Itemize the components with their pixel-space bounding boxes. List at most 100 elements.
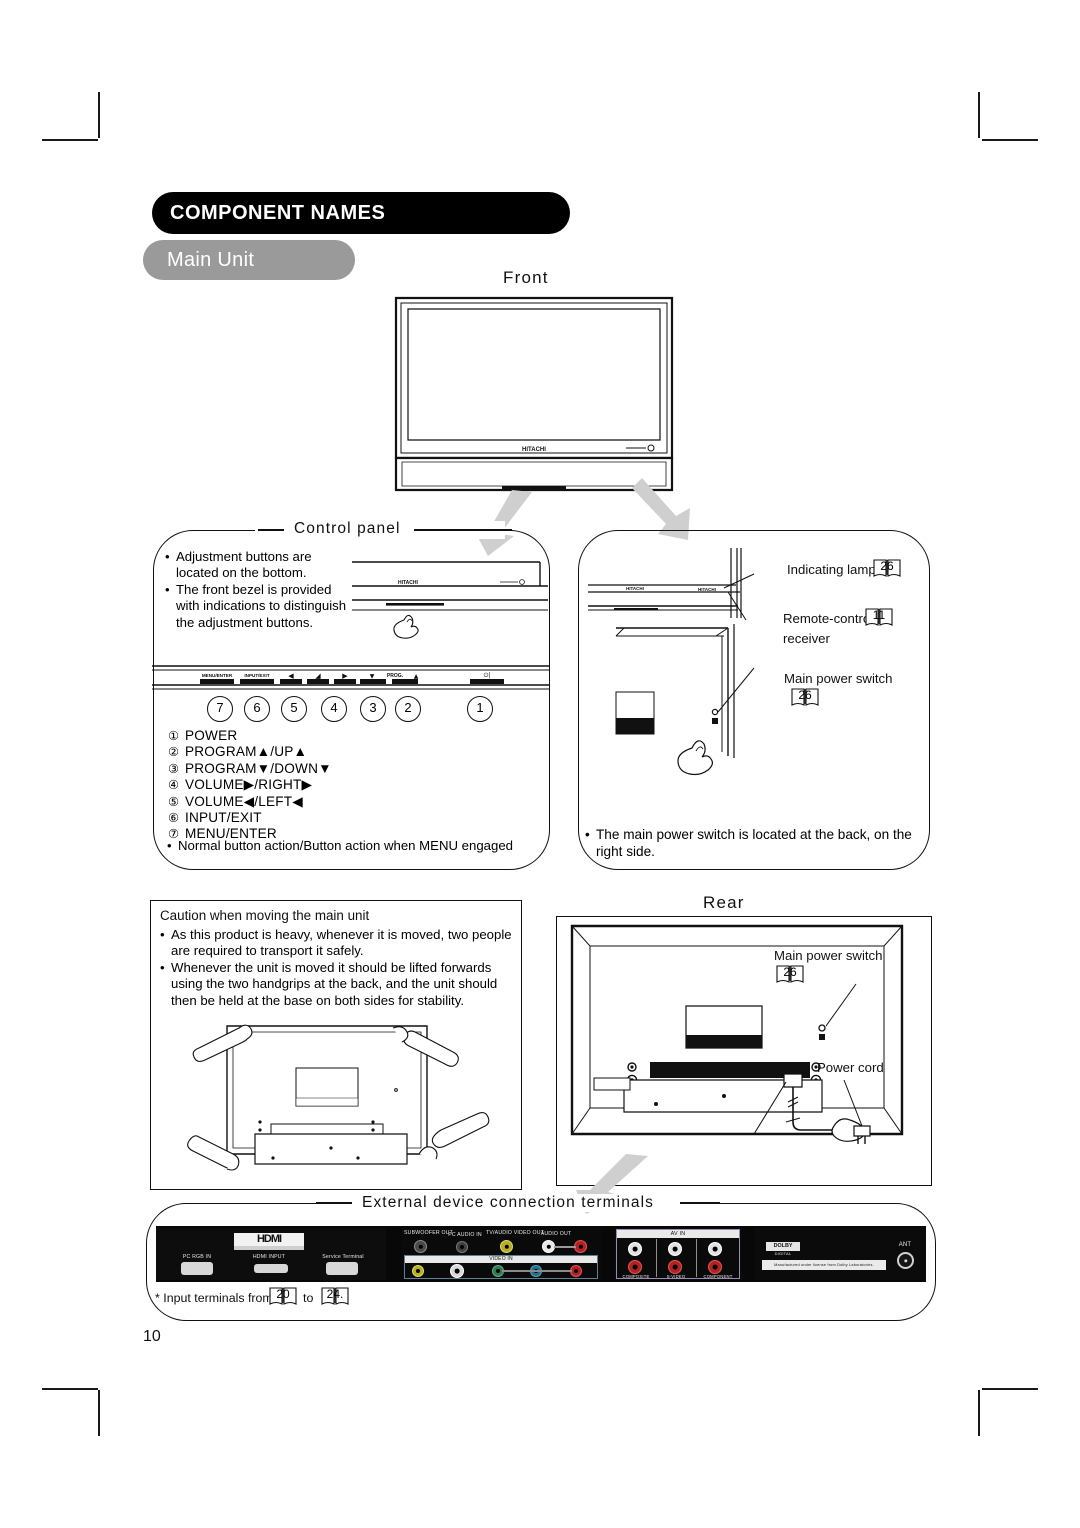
bullet-glyph: •: [585, 827, 590, 842]
callout-2: 2: [395, 696, 421, 722]
legend-label-6: INPUT/EXIT: [185, 810, 262, 826]
crop-mark: [982, 139, 1038, 141]
page-ref-number: 24.: [326, 1287, 344, 1301]
video-in-composite-jack: [412, 1265, 424, 1277]
subsection-title: Main Unit: [167, 249, 255, 271]
av-in-bottom-jack-1: [628, 1260, 642, 1274]
svg-text:PROG.: PROG.: [387, 673, 404, 679]
legend-label-2: PROGRAM▲/UP▲: [185, 744, 308, 760]
pc-audio-jack: [456, 1241, 468, 1253]
control-panel-footnote: • Normal button action/Button action whe…: [167, 838, 537, 854]
page-ref-number: 20: [276, 1287, 290, 1301]
pc-audio-in-label: PC AUDIO IN: [448, 1232, 482, 1238]
component-link-line: [502, 1270, 572, 1272]
carrying-unit-illustration: [183, 1008, 493, 1180]
svg-text:▲: ▲: [414, 673, 419, 680]
subwoofer-jack: [414, 1240, 427, 1253]
front-bezel-detail: HITACHI: [352, 560, 552, 650]
video-in-label: VIDEO IN: [489, 1256, 513, 1262]
av-in-jack-label-1: COMPOSITE: [622, 1274, 650, 1279]
page-ref-number: 11: [872, 608, 886, 622]
legend-num-4: ④: [168, 778, 180, 793]
av-in-top-jack-2: [668, 1242, 682, 1256]
hdmi-connector: [254, 1264, 288, 1273]
bullet-glyph: •: [167, 838, 172, 853]
side-panel-note-text: The main power switch is located at the …: [596, 827, 912, 859]
crop-mark: [98, 92, 100, 138]
page-ref-number: 26: [798, 688, 812, 702]
remote-receiver-label-1: Remote-control: [783, 611, 874, 626]
subwoofer-out-label: SUBWOOFER OUT: [404, 1230, 453, 1236]
bullet-glyph: •: [165, 549, 170, 564]
svg-text:⏻|: ⏻|: [484, 672, 491, 679]
svg-text:MENU/ENTER: MENU/ENTER: [202, 673, 233, 678]
terminals-rule-right: [680, 1202, 720, 1204]
pc-rgb-label: PC RGB IN: [182, 1254, 212, 1260]
legend-label-1: POWER: [185, 728, 238, 743]
button-legend-item: ⑥ INPUT/EXIT: [168, 810, 332, 826]
page-ref-number: 26: [880, 559, 894, 573]
side-panel-note: • The main power switch is located at th…: [585, 826, 915, 860]
av-in-jack-label-3: COMPONENT: [703, 1274, 733, 1279]
caution-title: Caution when moving the main unit: [160, 908, 370, 923]
av-in-bottom-jack-2: [668, 1260, 682, 1274]
dolby-logo-text: DOLBY: [773, 1243, 793, 1249]
bullet-glyph: •: [160, 927, 165, 942]
hdmi-input-label: HDMI INPUT: [252, 1254, 286, 1260]
caution-item-2: • Whenever the unit is moved it should b…: [160, 960, 512, 1009]
legend-num-2: ②: [168, 745, 180, 760]
indicating-lamp-page-ref: 26: [872, 557, 902, 579]
tv-audio-out-label: TV/AUDIO VIDEO OUT: [486, 1230, 545, 1236]
section-header-banner: COMPONENT NAMES: [152, 192, 570, 234]
control-panel-rule-left: [258, 529, 284, 531]
page-number: 10: [143, 1328, 161, 1345]
audio-out-link-line: [554, 1246, 576, 1248]
av-in-divider-1: [656, 1239, 657, 1277]
service-terminal-label: Service Terminal: [322, 1254, 364, 1260]
rear-main-power-label: Main power switch: [774, 948, 883, 963]
av-in-bottom-jack-3: [708, 1260, 722, 1274]
callout-4: 4: [321, 696, 347, 722]
caution-item-2-text: Whenever the unit is moved it should be …: [171, 960, 498, 1008]
svg-text:HITACHI: HITACHI: [698, 587, 716, 592]
av-in-jack-label-2: S-VIDEO: [666, 1274, 686, 1279]
legend-num-3: ③: [168, 761, 180, 776]
remote-receiver-label-2: receiver: [783, 631, 830, 646]
video-in-svideo-jack: [450, 1264, 464, 1278]
button-legend-item: ⑤ VOLUME◀/LEFT◀: [168, 794, 332, 810]
rear-main-power-page-ref: 26: [775, 963, 805, 985]
av-in-label: AV IN: [670, 1231, 686, 1237]
terminals-note-mid: to: [303, 1291, 314, 1305]
legend-num-6: ⑥: [168, 811, 180, 826]
caution-item-1: • As this product is heavy, whenever it …: [160, 927, 512, 960]
side-main-power-label: Main power switch: [784, 671, 893, 686]
dolby-logo-sub: DIGITAL: [774, 1251, 792, 1256]
button-legend-item: ④ VOLUME▶/RIGHT▶: [168, 777, 332, 793]
control-panel-note-2: • The front bezel is provided with indic…: [165, 582, 355, 631]
terminal-group-right: DOLBY DIGITAL Manufactured under license…: [754, 1228, 926, 1280]
control-panel-note-1: • Adjustment buttons are located on the …: [165, 549, 355, 582]
av-in-top-jack-1: [628, 1242, 642, 1256]
terminals-note-prefix: * Input terminals from: [155, 1291, 273, 1305]
terminals-rule-left: [316, 1202, 352, 1204]
svg-text:INPUT/EXIT: INPUT/EXIT: [244, 673, 269, 678]
audio-out-label: AUDIO OUT: [540, 1231, 572, 1237]
terminals-title: External device connection terminals: [352, 1194, 665, 1212]
crop-mark: [42, 139, 98, 141]
section-title: COMPONENT NAMES: [170, 202, 386, 224]
ant-connector: [897, 1252, 914, 1269]
power-cord-label: Power cord: [817, 1060, 884, 1075]
callout-7: 7: [207, 696, 233, 722]
svg-text:▶: ▶: [342, 672, 348, 680]
service-connector: [326, 1262, 358, 1275]
subsection-header-banner: Main Unit: [143, 240, 355, 280]
front-tv-illustration: HITACHI: [394, 296, 674, 496]
terminal-group-left: HDMI PC RGB IN HDMI INPUT Service Termin…: [156, 1228, 386, 1280]
svg-text:▼: ▼: [370, 673, 375, 680]
terminal-group-middle: SUBWOOFER OUT PC AUDIO IN TV/AUDIO VIDEO…: [402, 1228, 602, 1280]
indicating-lamp-label: Indicating lamp: [787, 562, 876, 577]
button-legend-item: ② PROGRAM▲/UP▲: [168, 744, 332, 760]
crop-mark: [982, 1388, 1038, 1390]
control-panel-note-1-text: Adjustment buttons are located on the bo…: [176, 549, 312, 581]
callout-1: 1: [467, 696, 493, 722]
